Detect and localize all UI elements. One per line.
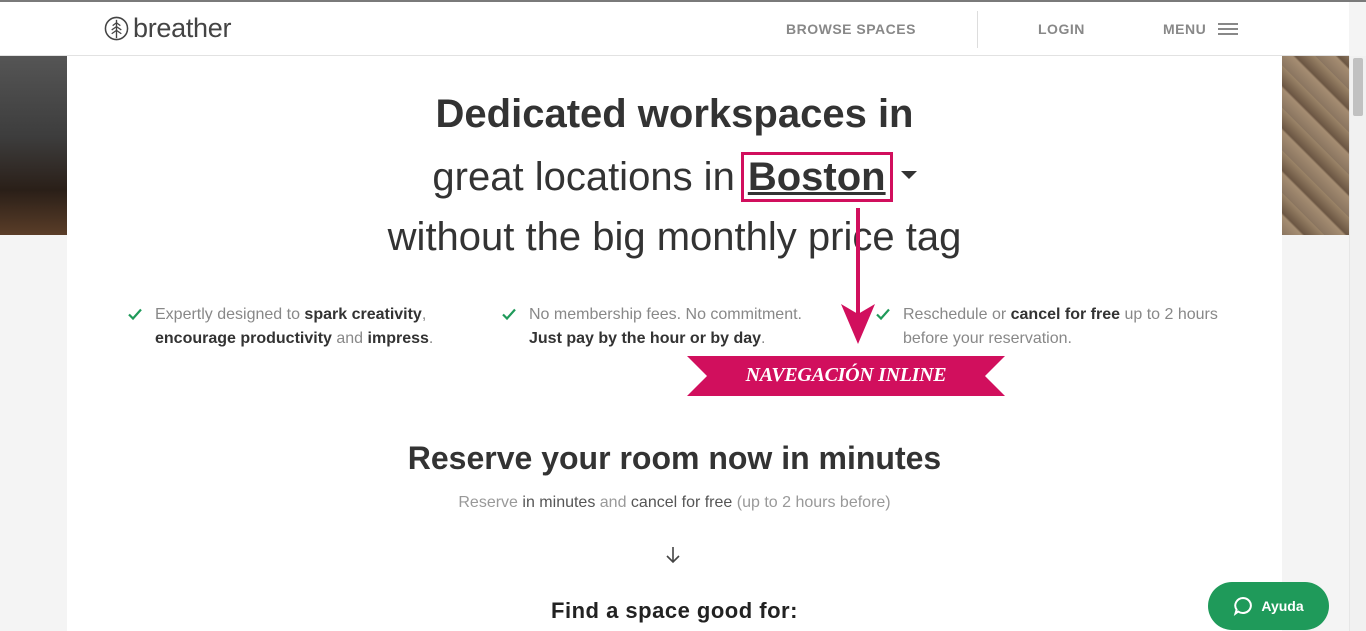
hamburger-icon — [1218, 22, 1239, 36]
city-dropdown-caret-icon[interactable] — [900, 171, 917, 180]
city-selector[interactable]: Boston — [740, 152, 893, 202]
reserve-sub-part: in minutes — [522, 494, 596, 511]
help-chat-button[interactable]: Ayuda — [1208, 582, 1329, 630]
feature-text-bold: cancel for free — [1010, 306, 1121, 323]
feature-text-part: Expertly designed to — [155, 306, 305, 323]
feature-text: Expertly designed to spark creativity, e… — [155, 306, 433, 347]
hero-background-image-right — [1282, 56, 1349, 235]
reserve-sub-part: Reserve — [458, 494, 523, 511]
reserve-subtitle: Reserve in minutes and cancel for free (… — [67, 494, 1282, 512]
checkmark-icon — [128, 308, 142, 321]
feature-text-part: No membership fees. No commitment. — [529, 306, 802, 323]
login-link[interactable]: LOGIN — [1038, 21, 1085, 37]
menu-label: MENU — [1163, 21, 1207, 37]
feature-item: Reschedule or cancel for free up to 2 ho… — [876, 303, 1226, 351]
annotation-arrow — [841, 208, 875, 344]
annotation-label: NAVEGACIÓN INLINE — [745, 364, 947, 386]
hero-headline-line-1: Dedicated workspaces in — [435, 92, 914, 136]
scrollbar-thumb[interactable] — [1353, 58, 1363, 116]
hero-headline-line-3: without the big monthly price tag — [387, 215, 962, 259]
feature-item: Expertly designed to spark creativity, e… — [128, 303, 448, 351]
hero-headline-prefix: great locations in — [432, 155, 735, 199]
feature-text-part: Reschedule or — [903, 306, 1011, 323]
reserve-sub-part: cancel for free — [630, 494, 733, 511]
reserve-heading: Reserve your room now in minutes — [407, 440, 942, 476]
chat-bubble-icon — [1234, 596, 1253, 616]
feature-text-bold: spark creativity — [304, 306, 422, 323]
feature-text-part: , — [421, 306, 427, 323]
feature-item: No membership fees. No commitment. Just … — [502, 303, 832, 351]
feature-text-bold: impress — [367, 330, 429, 347]
menu-button[interactable]: MENU — [1163, 21, 1239, 37]
feature-text: Reschedule or cancel for free up to 2 ho… — [903, 306, 1218, 347]
scroll-down-arrow-icon[interactable] — [664, 545, 682, 565]
city-name: Boston — [747, 155, 886, 199]
checkmark-icon — [502, 308, 516, 321]
hero-headline-line-2: great locations in Boston — [67, 152, 1282, 202]
find-space-heading: Find a space good for: — [551, 598, 798, 623]
reserve-sub-part: and — [595, 494, 631, 511]
logo-wordmark: breather — [133, 13, 232, 43]
feature-text: No membership fees. No commitment. Just … — [529, 306, 802, 347]
hero-background-image-left — [0, 56, 67, 235]
feature-text-part: . — [761, 330, 766, 347]
feature-text-part: . — [428, 330, 434, 347]
feature-text-part: and — [331, 330, 368, 347]
main-content-card: Dedicated workspaces in great locations … — [67, 56, 1282, 631]
page-scrollbar[interactable] — [1349, 56, 1366, 631]
top-navbar: breather BROWSE SPACES LOGIN MENU — [0, 2, 1349, 56]
nav-divider — [977, 11, 978, 48]
breather-logo[interactable]: breather — [104, 15, 231, 42]
feature-text-bold: Just pay by the hour or by day — [529, 330, 762, 347]
browse-spaces-link[interactable]: BROWSE SPACES — [786, 21, 916, 37]
reserve-sub-part: (up to 2 hours before) — [732, 494, 891, 511]
help-label: Ayuda — [1261, 598, 1304, 614]
feature-text-bold: encourage productivity — [155, 330, 332, 347]
tree-logo-icon — [104, 16, 129, 41]
